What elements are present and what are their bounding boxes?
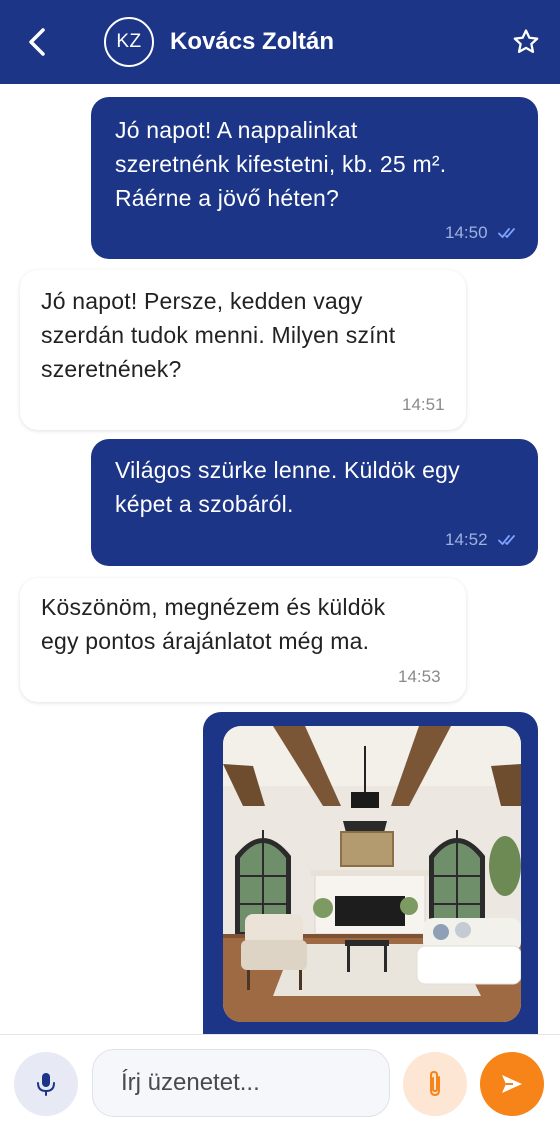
double-check-icon [498, 228, 515, 238]
microphone-icon [37, 1073, 55, 1096]
microphone-button[interactable] [14, 1052, 78, 1116]
send-button[interactable] [480, 1052, 544, 1116]
message-time: 14:51 [402, 395, 445, 414]
contact-name[interactable]: Kovács Zoltán [170, 28, 334, 56]
message-text: Köszönöm, megnézem és küldök egy pontos … [41, 594, 386, 654]
message-time: 14:52 [445, 530, 488, 549]
message-list[interactable]: Jó napot! A nappalinkat szeretnénk kifes… [0, 84, 560, 1034]
star-outline-icon [513, 29, 539, 53]
chevron-left-icon [29, 28, 45, 56]
message-text: Világos szürke lenne. Küldök egy képet a… [115, 457, 460, 517]
attach-button[interactable] [403, 1052, 467, 1116]
message-input[interactable] [92, 1049, 390, 1117]
message-outgoing-image[interactable] [203, 712, 538, 1034]
message-time: 14:50 [445, 223, 488, 242]
message-outgoing[interactable]: Világos szürke lenne. Küldök egy képet a… [91, 439, 538, 566]
room-photo[interactable] [223, 726, 521, 1022]
double-check-icon [498, 535, 515, 545]
message-outgoing[interactable]: Jó napot! A nappalinkat szeretnénk kifes… [91, 97, 538, 259]
chat-header: KZ Kovács Zoltán [0, 0, 560, 84]
back-button[interactable] [22, 26, 54, 58]
message-incoming[interactable]: Jó napot! Persze, kedden vagy szerdán tu… [20, 270, 466, 430]
send-icon [502, 1075, 522, 1093]
favorite-button[interactable] [511, 27, 541, 57]
message-text: Jó napot! Persze, kedden vagy szerdán tu… [41, 288, 396, 382]
paperclip-icon [430, 1071, 440, 1096]
message-incoming[interactable]: Köszönöm, megnézem és küldök egy pontos … [20, 578, 466, 702]
message-time: 14:53 [398, 667, 441, 686]
composer-bar [0, 1034, 560, 1142]
avatar[interactable]: KZ [104, 17, 154, 67]
living-room-image [223, 726, 521, 1022]
message-text: Jó napot! A nappalinkat szeretnénk kifes… [115, 117, 447, 211]
